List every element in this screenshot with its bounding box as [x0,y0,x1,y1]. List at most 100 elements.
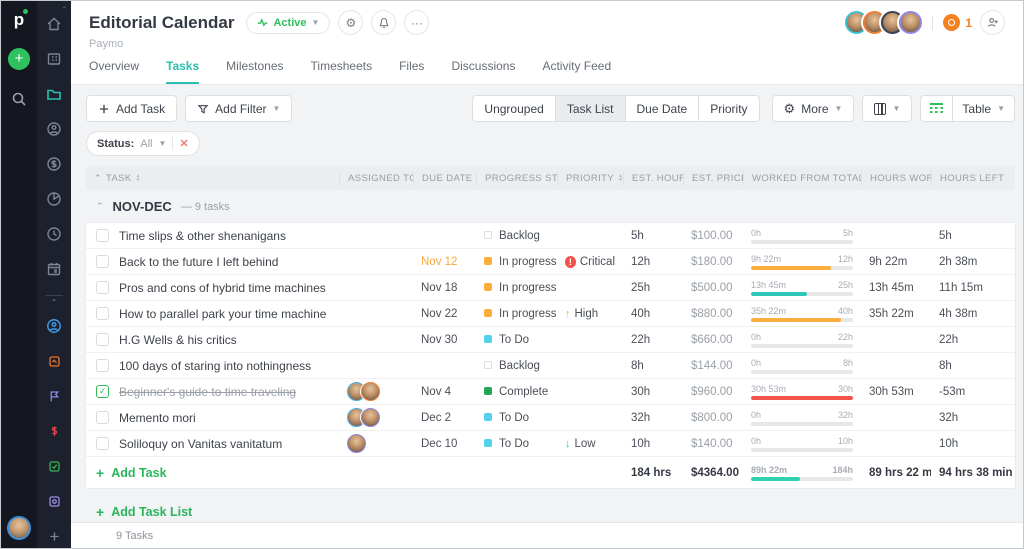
project-status-pill[interactable]: Active ▼ [246,12,330,34]
invoices-icon[interactable] [43,153,65,175]
add-task-list-link[interactable]: + Add Task List [96,504,1015,520]
group-by-task-list[interactable]: Task List [556,95,626,122]
tab-milestones[interactable]: Milestones [226,59,283,84]
est-hours-cell: 12h [623,256,683,268]
table-row[interactable]: ✓ Back to the future I left behind Nov 1… [86,249,1015,275]
project-media-icon[interactable] [43,490,65,512]
notifications-button[interactable] [371,10,396,35]
due-date-cell: Dec 2 [413,412,476,424]
tab-overview[interactable]: Overview [89,59,139,84]
total-est-price: $4364.00 [683,467,743,479]
projects-icon[interactable] [43,83,65,105]
task-title[interactable]: Soliloquy on Vanitas vanitatum [119,437,282,451]
more-button[interactable]: ⚙ More ▼ [772,95,855,122]
clients-icon[interactable] [43,48,65,70]
more-options-button[interactable]: ··· [404,10,429,35]
project-flag-icon[interactable] [43,385,65,407]
task-title[interactable]: Back to the future I left behind [119,255,278,269]
group-by-priority[interactable]: Priority [699,95,759,122]
task-title[interactable]: Beginner's guide to time traveling [119,385,296,399]
est-price-cell: $800.00 [683,412,743,424]
est-price-cell: $100.00 [683,230,743,242]
group-by-due-date[interactable]: Due Date [626,95,700,122]
calendar-icon[interactable] [43,258,65,280]
task-title[interactable]: 100 days of staring into nothingness [119,359,311,373]
users-icon[interactable] [43,118,65,140]
content-area: Add Task Add Filter ▼ UngroupedTask List… [71,85,1023,522]
task-checkbox[interactable]: ✓ [96,385,109,398]
table-view-icon-button[interactable] [920,95,952,122]
search-icon[interactable] [8,88,30,110]
add-project-icon[interactable] [43,525,65,547]
invite-user-button[interactable] [980,10,1005,35]
add-task-link[interactable]: +Add Task [96,465,167,481]
table-row[interactable]: ✓ H.G Wells & his critics Nov 30 To Do 2… [86,327,1015,353]
active-timers-indicator[interactable]: 1 [943,14,972,31]
table-row[interactable]: ✓ Time slips & other shenanigans Backlog… [86,223,1015,249]
task-checkbox[interactable]: ✓ [96,281,109,294]
progress-status-cell: In progress [476,256,557,268]
table-grid-icon [930,103,943,114]
task-title[interactable]: How to parallel park your time machine [119,307,326,321]
table-row[interactable]: ✓ Beginner's guide to time traveling Nov… [86,379,1015,405]
task-checkbox[interactable]: ✓ [96,333,109,346]
assigned-to-cell [339,434,413,453]
group-by-ungrouped[interactable]: Ungrouped [472,95,555,122]
user-avatar[interactable] [7,516,31,540]
status-filter-chip[interactable]: Status: All ▼ ✕ [86,131,200,156]
table-row[interactable]: ✓ How to parallel park your time machine… [86,301,1015,327]
tab-timesheets[interactable]: Timesheets [311,59,373,84]
task-title[interactable]: H.G Wells & his critics [119,333,237,347]
totals-row: +Add Task 184 hrs $4364.00 89h 22m184h 8… [86,457,1015,488]
task-checkbox[interactable]: ✓ [96,255,109,268]
table-row[interactable]: ✓ Soliloquy on Vanitas vanitatum Dec 10 … [86,431,1015,457]
project-team-icon[interactable] [43,315,65,337]
tab-tasks[interactable]: Tasks [166,59,199,84]
project-billing-icon[interactable] [43,420,65,442]
add-filter-button[interactable]: Add Filter ▼ [185,95,292,122]
reports-icon[interactable] [43,188,65,210]
task-checkbox[interactable]: ✓ [96,437,109,450]
est-price-cell: $660.00 [683,334,743,346]
project-orange-icon[interactable] [43,350,65,372]
view-select-button[interactable]: Table ▼ [952,95,1015,122]
project-tasks-icon[interactable] [43,455,65,477]
total-est-hours: 184 hrs [623,467,683,479]
remove-filter-icon[interactable]: ✕ [179,137,188,150]
tab-activity-feed[interactable]: Activity Feed [542,59,611,84]
task-title[interactable]: Time slips & other shenanigans [119,229,286,243]
table-row[interactable]: ✓ Memento mori Dec 2 To Do 32h $800.00 0… [86,405,1015,431]
task-checkbox[interactable]: ✓ [96,411,109,424]
column-header-progress-status: Progress Status [476,171,557,185]
collapse-group-icon[interactable]: ⌃ [96,201,104,212]
table-row[interactable]: ✓ 100 days of staring into nothingness B… [86,353,1015,379]
caret-down-icon: ▼ [835,104,843,113]
task-checkbox[interactable]: ✓ [96,359,109,372]
tab-files[interactable]: Files [399,59,424,84]
collapse-projects-icon[interactable]: ⌃ [51,298,58,307]
progress-status-cell: To Do [476,438,557,450]
est-price-cell: $180.00 [683,256,743,268]
add-task-button[interactable]: Add Task [86,95,177,122]
team-avatars[interactable] [845,11,922,34]
task-group-header[interactable]: ⌃ NOV-DEC — 9 tasks [86,190,1015,223]
column-header-due-date[interactable]: Due Date▲▼ [413,171,476,185]
quick-add-button[interactable]: + [8,48,30,70]
est-hours-cell: 5h [623,230,683,242]
tab-discussions[interactable]: Discussions [451,59,515,84]
table-row[interactable]: ✓ Pros and cons of hybrid time machines … [86,275,1015,301]
home-icon[interactable] [43,13,65,35]
column-header-task[interactable]: ⌃Task▲▼ [86,171,339,185]
task-title[interactable]: Memento mori [119,411,196,425]
time-icon[interactable] [43,223,65,245]
column-header-priority[interactable]: Priority▲▼ [557,171,623,185]
task-checkbox[interactable]: ✓ [96,229,109,242]
task-title[interactable]: Pros and cons of hybrid time machines [119,281,326,295]
collapse-sidebar-icon[interactable]: ⌃ [60,5,68,16]
settings-button[interactable]: ⚙ [338,10,363,35]
sort-icon[interactable]: ▲▼ [136,174,141,182]
activity-icon [257,17,268,28]
columns-button[interactable]: ▼ [862,95,912,122]
task-checkbox[interactable]: ✓ [96,307,109,320]
collapse-all-icon[interactable]: ⌃ [94,173,102,184]
